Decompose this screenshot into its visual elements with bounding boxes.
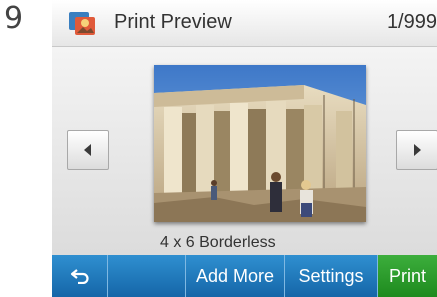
add-more-button[interactable]: Add More xyxy=(186,255,285,297)
title-bar: Print Preview 1/999 xyxy=(52,0,437,47)
arrow-left-icon xyxy=(84,144,91,156)
page-counter: 1/999 xyxy=(386,11,437,33)
back-arrow-icon xyxy=(70,269,89,284)
settings-button[interactable]: Settings xyxy=(285,255,378,297)
next-photo-button[interactable] xyxy=(396,130,437,170)
toolbar-empty-slot xyxy=(108,255,186,297)
printer-screen: Print Preview 1/999 4 x 6 Borderless Add… xyxy=(52,0,437,297)
back-button[interactable] xyxy=(52,255,108,297)
bottom-toolbar: Add More Settings Print xyxy=(52,255,437,297)
print-button[interactable]: Print xyxy=(378,255,437,297)
page-title: Print Preview xyxy=(114,11,232,33)
paper-size-label: 4 x 6 Borderless xyxy=(160,234,276,251)
previous-photo-button[interactable] xyxy=(67,130,109,170)
preview-area xyxy=(52,47,437,255)
photo-image xyxy=(154,65,366,222)
photo-app-icon xyxy=(69,12,95,35)
photo-preview[interactable] xyxy=(154,65,366,222)
arrow-right-icon xyxy=(414,144,421,156)
step-number: 9 xyxy=(4,1,24,36)
